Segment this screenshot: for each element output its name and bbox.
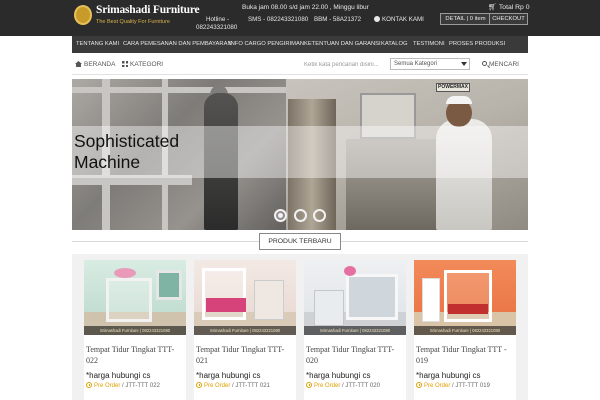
search-icon: [482, 61, 487, 66]
product-image[interactable]: Srimashadi Furniture | 082243321080: [194, 260, 296, 335]
home-icon: [75, 61, 82, 67]
grid-icon: [122, 61, 128, 67]
slider-dots: [274, 209, 334, 223]
cart-total: 🛒︎ Total Rp 0: [488, 3, 530, 11]
product-price: *harga hubungi cs: [306, 371, 371, 380]
kategori-link[interactable]: KATEGORI: [122, 61, 163, 68]
bbm-contact: BBM - 58A21372: [314, 16, 362, 23]
nav-item-proses-produksi[interactable]: PROSES PRODUKSI: [449, 36, 505, 53]
hero-slider[interactable]: POWERMAX Sophisticated Machine: [72, 79, 528, 230]
divider: [72, 74, 528, 75]
product-image[interactable]: Srimashadi Furniture | 082243321080: [84, 260, 186, 335]
clock-icon: [196, 382, 202, 388]
kategori-label: KATEGORI: [130, 61, 164, 68]
product-title[interactable]: Tempat Tidur Tingkat TTT-021: [196, 344, 296, 366]
nav-item-ketentuan-garansi[interactable]: KETENTUAN DAN GARANSI: [304, 36, 381, 53]
product-title[interactable]: Tempat Tidur Tingkat TTT-022: [86, 344, 186, 366]
slider-dot-2[interactable]: [294, 209, 307, 222]
product-card[interactable]: Srimashadi Furniture | 082243321080 Temp…: [194, 260, 296, 400]
nav-item-tentang-kami[interactable]: TENTANG KAMI: [76, 36, 119, 53]
product-meta: Pre Order / JTT-TTT 021: [196, 382, 270, 389]
product-status: Pre Order: [204, 383, 231, 389]
search-button-label: MENCARI: [489, 61, 519, 68]
machine-label: POWERMAX: [436, 83, 470, 92]
product-status: Pre Order: [314, 383, 341, 389]
nav-item-info-cargo[interactable]: INFO CARGO PENGIRIMAN: [229, 36, 304, 53]
sms-contact: SMS - 082243321080: [248, 16, 309, 23]
kontak-kami-link[interactable]: KONTAK KAMI: [374, 16, 424, 23]
site-logo[interactable]: Srimashadi Furniture The Best Quality Fo…: [72, 4, 200, 30]
product-code: / JTT-TTT 022: [122, 383, 160, 389]
nav-item-testimoni[interactable]: TESTIMONI: [413, 36, 445, 53]
category-select-value: Semua Kategori: [394, 61, 438, 67]
product-price: *harga hubungi cs: [196, 371, 261, 380]
top-bar-inner: Srimashadi Furniture The Best Quality Fo…: [72, 0, 530, 36]
hotline-label: Hotline -: [206, 16, 230, 23]
beranda-link[interactable]: BERANDA: [75, 61, 115, 68]
main-nav: TENTANG KAMI CARA PEMESANAN DAN PEMBAYAR…: [72, 36, 528, 53]
product-card[interactable]: Srimashadi Furniture | 082243321080 Temp…: [304, 260, 406, 400]
whatsapp-icon: [374, 16, 380, 22]
clock-icon: [306, 382, 312, 388]
toolbar-row: BERANDA KATEGORI Semua Kategori MENCARI: [72, 56, 528, 74]
product-title[interactable]: Tempat Tidur Tingkat TTT-020: [306, 344, 406, 366]
product-code: / JTT-TTT 019: [452, 383, 490, 389]
clock-icon: [416, 382, 422, 388]
product-status: Pre Order: [424, 383, 451, 389]
product-image[interactable]: Srimashadi Furniture | 082243321080: [414, 260, 516, 335]
beranda-label: BERANDA: [84, 61, 116, 68]
slider-dot-3[interactable]: [313, 209, 326, 222]
chevron-down-icon: [461, 62, 467, 66]
hotline-number: 082243321080: [196, 24, 238, 31]
top-bar: Srimashadi Furniture The Best Quality Fo…: [0, 0, 600, 36]
product-card[interactable]: Srimashadi Furniture | 082243321080 Temp…: [84, 260, 186, 400]
nav-item-cara-pemesanan[interactable]: CARA PEMESANAN DAN PEMBAYARAN: [123, 36, 232, 53]
product-card[interactable]: Srimashadi Furniture | 082243321080 Temp…: [414, 260, 516, 400]
product-grid: Srimashadi Furniture | 082243321080 Temp…: [72, 254, 528, 400]
product-watermark: Srimashadi Furniture | 082243321080: [414, 326, 516, 335]
search-input[interactable]: [304, 59, 390, 71]
product-title[interactable]: Tempat Tidur Tingkat TTT - 019: [416, 344, 516, 366]
cart-total-label: Total Rp 0: [498, 4, 530, 11]
section-title-produk-terbaru[interactable]: PRODUK TERBARU: [259, 233, 341, 250]
category-select[interactable]: Semua Kategori: [390, 58, 470, 70]
kontak-kami-label: KONTAK KAMI: [382, 16, 424, 23]
slider-dot-1[interactable]: [274, 209, 287, 222]
product-meta: Pre Order / JTT-TTT 019: [416, 382, 490, 389]
logo-tagline: The Best Quality For Furniture: [96, 19, 170, 25]
cart-icon: 🛒︎: [488, 4, 497, 11]
product-price: *harga hubungi cs: [86, 371, 151, 380]
product-meta: Pre Order / JTT-TTT 020: [306, 382, 380, 389]
hero-title: Sophisticated Machine: [74, 131, 180, 172]
opening-hours: Buka jam 08.00 s/d jam 22.00 , Minggu li…: [242, 4, 369, 11]
clock-icon: [86, 382, 92, 388]
nav-item-katalog[interactable]: KATALOG: [381, 36, 408, 53]
product-meta: Pre Order / JTT-TTT 022: [86, 382, 160, 389]
product-code: / JTT-TTT 021: [232, 383, 270, 389]
search-button[interactable]: MENCARI: [482, 61, 519, 68]
product-watermark: Srimashadi Furniture | 082243321080: [84, 326, 186, 335]
product-price: *harga hubungi cs: [416, 371, 481, 380]
logo-mark-icon: [74, 5, 92, 25]
logo-name: Srimashadi Furniture: [96, 4, 200, 16]
product-status: Pre Order: [94, 383, 121, 389]
cart-detail-button[interactable]: DETAIL | 0 item: [440, 13, 491, 25]
checkout-button[interactable]: CHECKOUT: [489, 13, 528, 25]
product-image[interactable]: Srimashadi Furniture | 082243321080: [304, 260, 406, 335]
product-watermark: Srimashadi Furniture | 082243321080: [304, 326, 406, 335]
product-watermark: Srimashadi Furniture | 082243321080: [194, 326, 296, 335]
product-code: / JTT-TTT 020: [342, 383, 380, 389]
